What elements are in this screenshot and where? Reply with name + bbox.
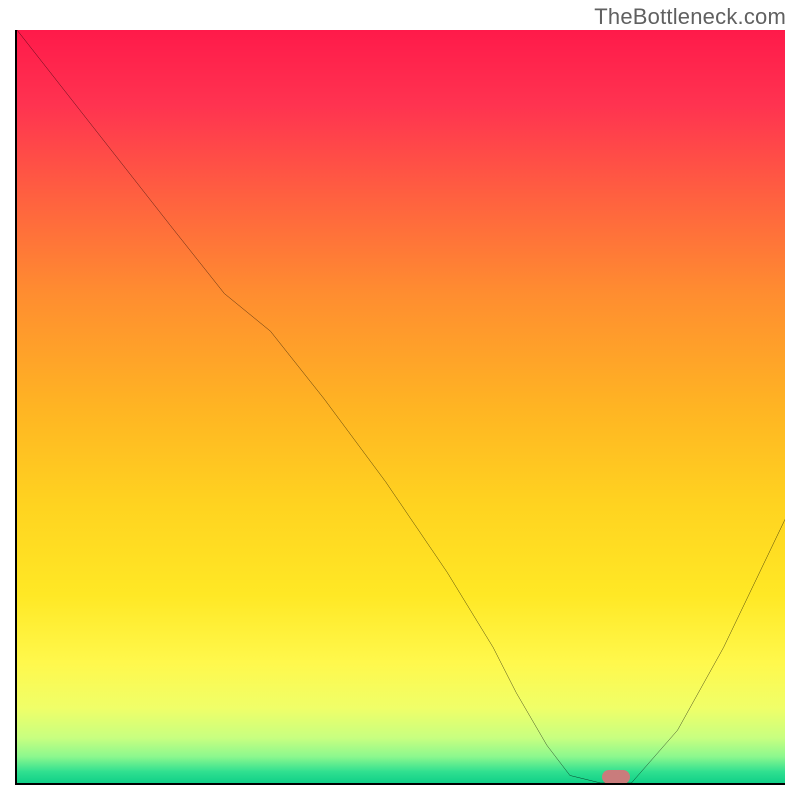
bottleneck-curve — [17, 30, 785, 783]
bottleneck-marker — [602, 770, 630, 784]
bottleneck-chart: TheBottleneck.com — [0, 0, 800, 800]
watermark-text: TheBottleneck.com — [594, 4, 786, 30]
plot-area — [15, 30, 785, 785]
